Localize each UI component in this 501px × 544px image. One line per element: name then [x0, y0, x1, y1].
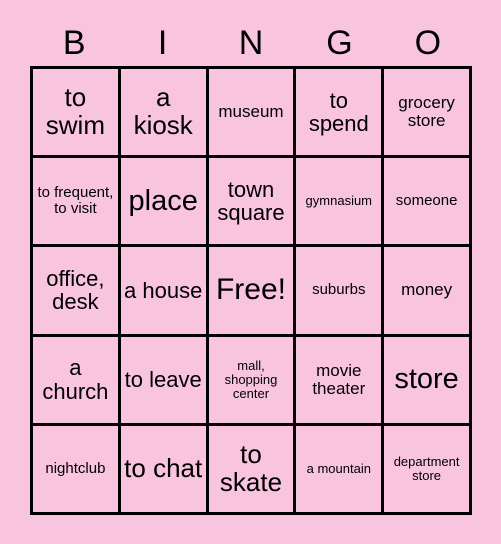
bingo-header-letter-n: N [238, 24, 264, 62]
bingo-cell-r3c1[interactable]: office, desk [33, 247, 121, 337]
bingo-cell-label: to spend [308, 87, 369, 137]
bingo-cell-r5c2[interactable]: to chat [120, 425, 209, 515]
bingo-cell-r3c5[interactable]: money [384, 247, 472, 337]
bingo-cell-r1c2[interactable]: a kiosk [120, 69, 209, 159]
bingo-cell-free-space[interactable]: Free! [208, 247, 297, 337]
bingo-cell-label: to frequent, to visit [37, 184, 114, 218]
bingo-cell-r4c4[interactable]: movie theater [296, 336, 385, 426]
bingo-cell-r4c2[interactable]: to leave [120, 336, 209, 426]
bingo-cell-r4c5[interactable]: store [384, 336, 472, 426]
bingo-header-row: B I N G O [30, 20, 472, 66]
bingo-cell-label: place [128, 184, 198, 217]
bingo-cell-label: suburbs [312, 281, 366, 299]
bingo-cell-label: nightclub [45, 459, 106, 477]
bingo-cell-label: mall, shopping center [224, 357, 278, 401]
bingo-cell-r1c3[interactable]: museum [208, 69, 297, 159]
bingo-cell-r5c3[interactable]: to skate [208, 425, 297, 515]
bingo-cell-label: a kiosk [133, 82, 193, 141]
bingo-cell-label: store [394, 363, 459, 396]
bingo-cell-label: gymnasium [305, 193, 373, 209]
bingo-cell-label: town square [217, 176, 285, 226]
bingo-card: B I N G O to swim a kiosk museum to spen… [0, 0, 501, 544]
bingo-cell-label: to skate [219, 439, 283, 497]
bingo-cell-label: department store [393, 453, 460, 483]
bingo-header-letter-i: I [157, 24, 168, 62]
bingo-cell-r5c1[interactable]: nightclub [33, 425, 121, 515]
bingo-cell-r1c4[interactable]: to spend [296, 69, 385, 159]
bingo-grid: to swim a kiosk museum to spend grocery … [30, 66, 472, 515]
bingo-cell-label: a church [42, 355, 109, 404]
bingo-header-letter-b: B [62, 24, 86, 62]
bingo-cell-r4c1[interactable]: a church [33, 336, 121, 426]
bingo-cell-r5c5[interactable]: department store [384, 425, 472, 515]
bingo-cell-label: grocery store [398, 92, 455, 131]
bingo-cell-r2c1[interactable]: to frequent, to visit [33, 158, 121, 248]
bingo-cell-r1c5[interactable]: grocery store [384, 69, 472, 159]
bingo-header-letter-g: G [326, 24, 353, 62]
bingo-cell-label: movie theater [312, 360, 366, 398]
bingo-cell-r3c4[interactable]: suburbs [296, 247, 385, 337]
bingo-cell-label: someone [395, 192, 458, 210]
bingo-cell-label: to chat [124, 452, 203, 483]
bingo-cell-r5c4[interactable]: a mountain [296, 425, 385, 515]
bingo-cell-label: museum [218, 102, 284, 121]
bingo-cell-r3c2[interactable]: a house [120, 247, 209, 337]
bingo-free-space-label: Free! [215, 273, 286, 307]
bingo-cell-label: office, desk [46, 265, 105, 315]
bingo-header-letter-o: O [414, 24, 442, 62]
bingo-cell-label: money [401, 280, 453, 300]
bingo-cell-r2c3[interactable]: town square [208, 158, 297, 248]
bingo-cell-r2c2[interactable]: place [120, 158, 209, 248]
bingo-cell-r2c5[interactable]: someone [384, 158, 472, 248]
bingo-cell-label: to swim [45, 82, 105, 141]
bingo-cell-label: a mountain [306, 460, 371, 476]
bingo-cell-r1c1[interactable]: to swim [33, 69, 121, 159]
bingo-cell-r2c4[interactable]: gymnasium [296, 158, 385, 248]
bingo-cell-r4c3[interactable]: mall, shopping center [208, 336, 297, 426]
bingo-cell-label: to leave [124, 366, 202, 392]
bingo-cell-label: a house [124, 277, 203, 303]
